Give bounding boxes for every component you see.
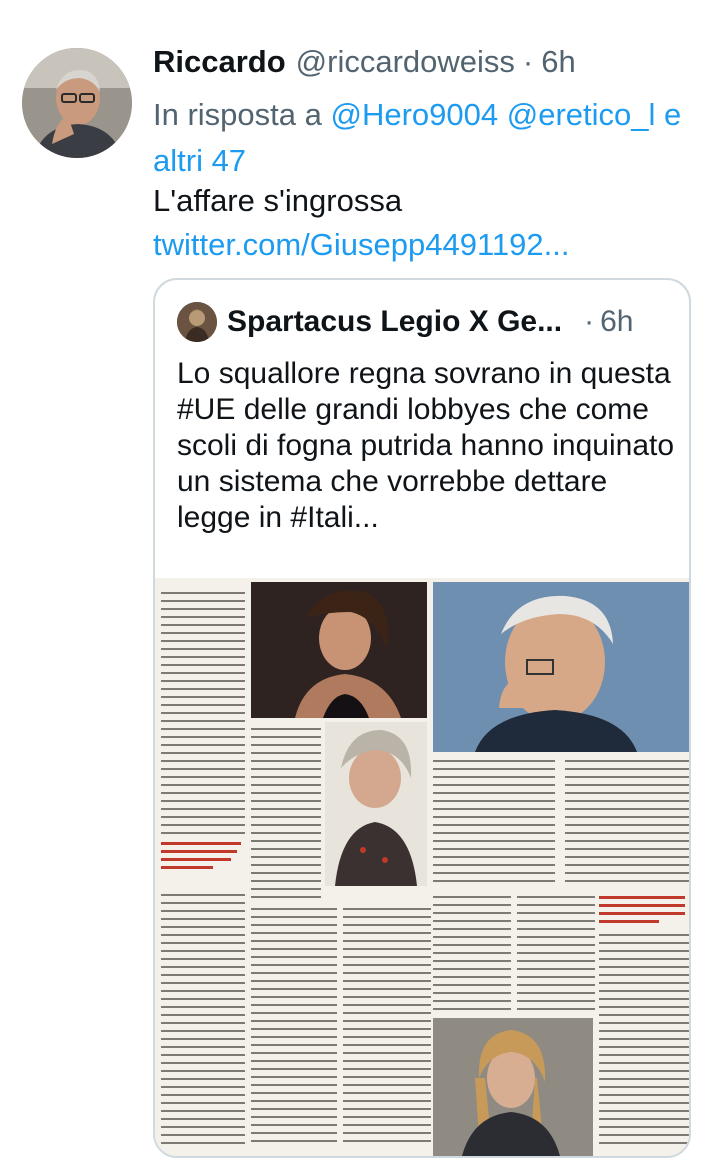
quoted-media-newspaper[interactable] xyxy=(155,578,689,1156)
author-avatar[interactable] xyxy=(22,48,132,158)
quoted-tweet-header: Spartacus Legio X Ge... · 6h xyxy=(177,302,673,342)
tweet-text: L'affare s'ingrossa xyxy=(153,183,403,218)
author-handle[interactable]: @riccardoweiss xyxy=(296,44,515,80)
quoted-timestamp[interactable]: 6h xyxy=(600,305,633,339)
reply-mention-hero9004[interactable]: @Hero9004 xyxy=(331,97,499,132)
author-name[interactable]: Riccardo xyxy=(153,44,286,80)
tweet[interactable]: Riccardo @riccardoweiss · 6h In risposta… xyxy=(0,0,707,1164)
quoted-author-name[interactable]: Spartacus Legio X Ge... xyxy=(227,305,562,339)
quoted-tweet[interactable]: Spartacus Legio X Ge... · 6h Lo squallor… xyxy=(153,278,691,1158)
tweet-link[interactable]: twitter.com/Giusepp4491192... xyxy=(153,226,569,264)
separator-dot: · xyxy=(522,44,534,79)
quoted-author-avatar[interactable] xyxy=(177,302,217,342)
newspaper-clipping-image xyxy=(155,578,689,1156)
tweet-timestamp[interactable]: 6h xyxy=(541,44,575,80)
avatar-image xyxy=(22,48,132,158)
quoted-separator-dot: · xyxy=(584,305,595,338)
reply-context: In risposta a @Hero9004 @eretico_l e alt… xyxy=(153,92,693,184)
quoted-avatar-image xyxy=(177,302,217,342)
reply-mention-eretico[interactable]: @eretico_l xyxy=(507,97,656,132)
tweet-header: Riccardo @riccardoweiss · 6h xyxy=(153,44,697,84)
quoted-tweet-text: Lo squallore regna sovrano in questa #UE… xyxy=(177,357,675,534)
reply-prefix: In risposta a xyxy=(153,97,322,132)
